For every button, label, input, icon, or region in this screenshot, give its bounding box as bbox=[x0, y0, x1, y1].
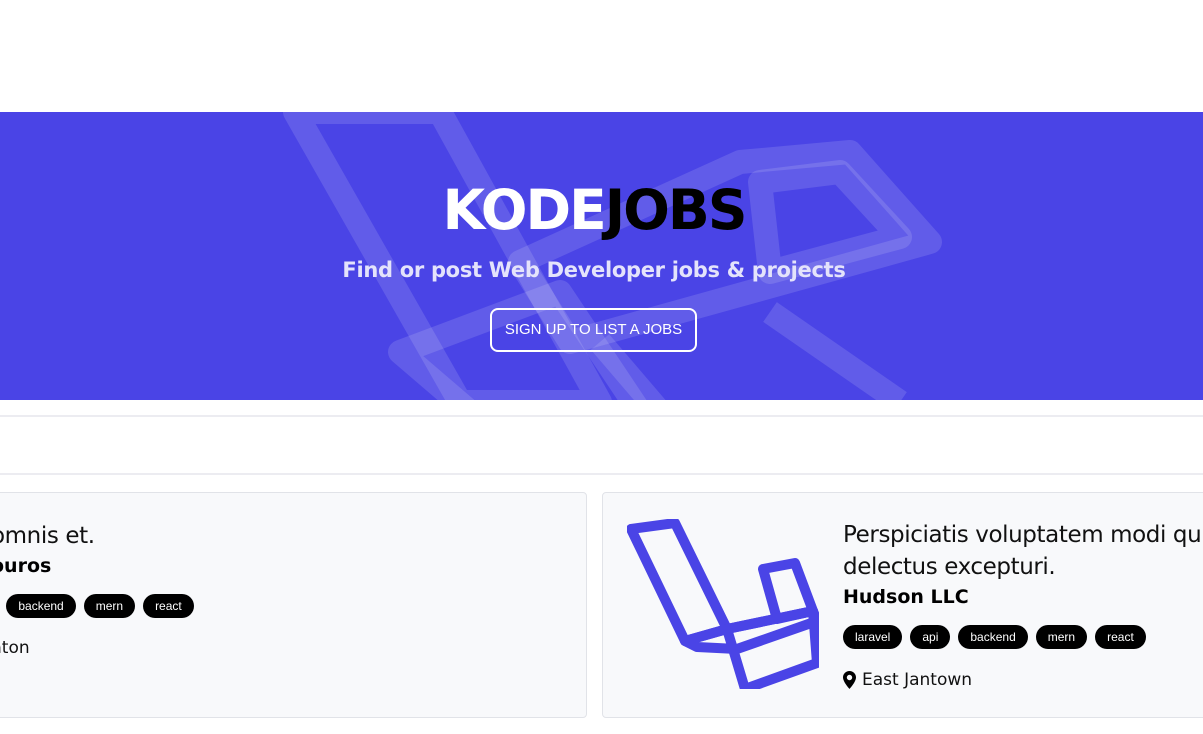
tag[interactable]: laravel bbox=[843, 625, 903, 649]
hero-banner: KODEJOBS Find or post Web Developer jobs… bbox=[0, 112, 1203, 400]
job-title-line: Perspiciatis voluptatem modi quid bbox=[843, 522, 1203, 548]
job-location: nton bbox=[0, 637, 30, 659]
company-name: ouros bbox=[0, 555, 52, 577]
tag[interactable]: mern bbox=[1035, 625, 1088, 649]
tag[interactable]: backend bbox=[6, 594, 76, 618]
brand-title: KODEJOBS bbox=[0, 178, 1188, 242]
sign-up-button[interactable]: SIGN UP TO LIST A JOBS bbox=[490, 308, 697, 352]
job-location: East Jantown bbox=[843, 669, 972, 691]
tag-list: backend mern react bbox=[0, 594, 194, 618]
tag[interactable]: mern bbox=[83, 594, 136, 618]
tag[interactable]: react bbox=[1095, 625, 1146, 649]
divider bbox=[0, 415, 1203, 417]
tag[interactable]: api bbox=[910, 625, 951, 649]
hero-subtitle: Find or post Web Developer jobs & projec… bbox=[342, 258, 846, 282]
brand-title-jobs: JOBS bbox=[604, 178, 748, 242]
brand-title-kode: KODE bbox=[442, 178, 607, 242]
tag[interactable]: backend bbox=[958, 625, 1028, 649]
job-card[interactable]: omnis et. ouros backend mern react nton bbox=[0, 492, 587, 718]
tag-list: laravel api backend mern react bbox=[843, 625, 1146, 649]
tag[interactable]: react bbox=[143, 594, 194, 618]
map-pin-icon bbox=[843, 671, 856, 689]
job-card[interactable]: Perspiciatis voluptatem modi quid delect… bbox=[602, 492, 1203, 718]
job-title[interactable]: omnis et. bbox=[0, 520, 95, 552]
laravel-logo-icon bbox=[627, 519, 819, 689]
job-title-line: delectus excepturi. bbox=[843, 554, 1056, 580]
location-text: East Jantown bbox=[862, 670, 973, 690]
job-title[interactable]: Perspiciatis voluptatem modi quid delect… bbox=[843, 519, 1203, 583]
company-name: Hudson LLC bbox=[843, 586, 969, 608]
divider bbox=[0, 473, 1203, 475]
location-text: nton bbox=[0, 638, 30, 658]
top-navbar bbox=[0, 0, 1203, 112]
